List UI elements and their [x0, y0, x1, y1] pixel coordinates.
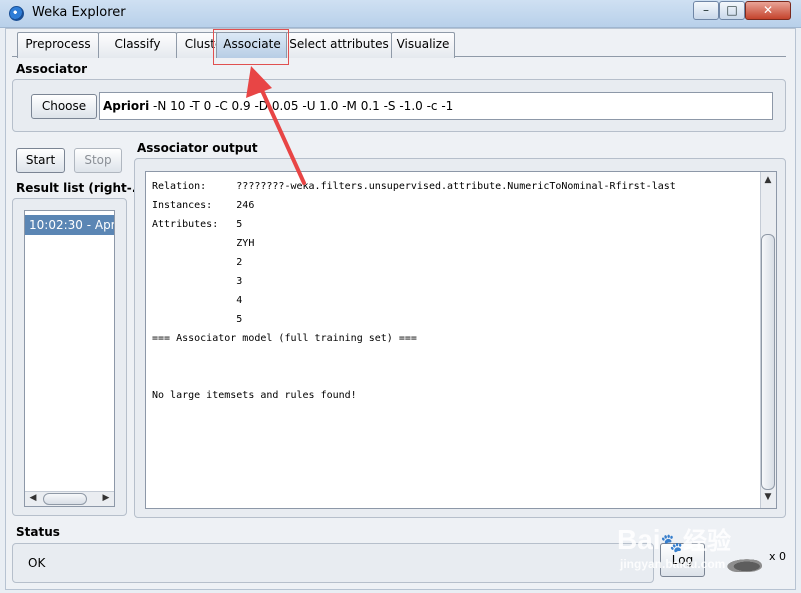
associator-section-label: Associator [16, 62, 88, 76]
tab-classify[interactable]: Classify [98, 32, 177, 58]
output-line-result: No large itemsets and rules found! [152, 390, 357, 401]
weka-app-icon [9, 6, 24, 21]
scroll-down-icon[interactable]: ▼ [762, 492, 774, 502]
output-section-label: Associator output [137, 141, 258, 155]
minimize-button[interactable]: – [693, 1, 719, 20]
paw-icon: 🐾 [660, 533, 683, 553]
output-line-attr-3: 3 [152, 276, 243, 287]
associate-tab-highlight [213, 29, 289, 65]
close-button[interactable]: ✕ [745, 1, 791, 20]
choose-button[interactable]: Choose [31, 94, 97, 119]
output-line-attributes: Attributes: 5 [152, 219, 243, 230]
output-line-attr-4: 4 [152, 295, 243, 306]
result-list-item[interactable]: 10:02:30 - Apriori [25, 215, 114, 235]
scroll-up-icon[interactable]: ▲ [762, 175, 774, 185]
associator-config-field[interactable]: Apriori -N 10 -T 0 -C 0.9 -D 0.05 -U 1.0… [99, 92, 773, 120]
tab-preprocess[interactable]: Preprocess [17, 32, 99, 58]
watermark-brand-cn: 经验 [683, 528, 731, 555]
vscroll-thumb[interactable] [761, 234, 775, 490]
watermark-brand-text: Bai [617, 524, 661, 555]
weka-bird-icon [724, 558, 762, 572]
output-line-attr-2: 2 [152, 257, 243, 268]
window-title: Weka Explorer [32, 5, 126, 20]
associator-output-text[interactable]: Relation: ????????-weka.filters.unsuperv… [145, 171, 777, 509]
result-list-label: Result list (right-... [16, 181, 146, 195]
start-button[interactable]: Start [16, 148, 65, 173]
output-line-relation: Relation: ????????-weka.filters.unsuperv… [152, 181, 676, 192]
stop-button[interactable]: Stop [74, 148, 122, 173]
status-text: OK [28, 556, 46, 570]
tab-select-attributes[interactable]: Select attributes [286, 32, 392, 58]
task-count: x 0 [769, 550, 787, 563]
baidu-watermark-brand: Bai🐾经验 [617, 521, 731, 556]
output-line-model-header: === Associator model (full training set)… [152, 333, 417, 344]
result-list[interactable]: 10:02:30 - Apriori [24, 210, 115, 507]
hscroll-thumb[interactable] [43, 493, 87, 505]
output-line-attr-zyh: ZYH [152, 238, 255, 249]
tab-visualize[interactable]: Visualize [391, 32, 455, 58]
scroll-left-icon[interactable]: ◀ [28, 493, 38, 503]
algorithm-name: Apriori [103, 99, 150, 113]
output-line-instances: Instances: 246 [152, 200, 255, 211]
output-line-attr-5: 5 [152, 314, 243, 325]
algorithm-options: -N 10 -T 0 -C 0.9 -D 0.05 -U 1.0 -M 0.1 … [149, 99, 454, 113]
maximize-button[interactable]: □ [719, 1, 745, 20]
status-panel [12, 543, 654, 583]
status-section-label: Status [16, 525, 60, 539]
baidu-watermark-url: jingyan.baidu.com [620, 557, 726, 571]
scroll-right-icon[interactable]: ▶ [101, 493, 111, 503]
